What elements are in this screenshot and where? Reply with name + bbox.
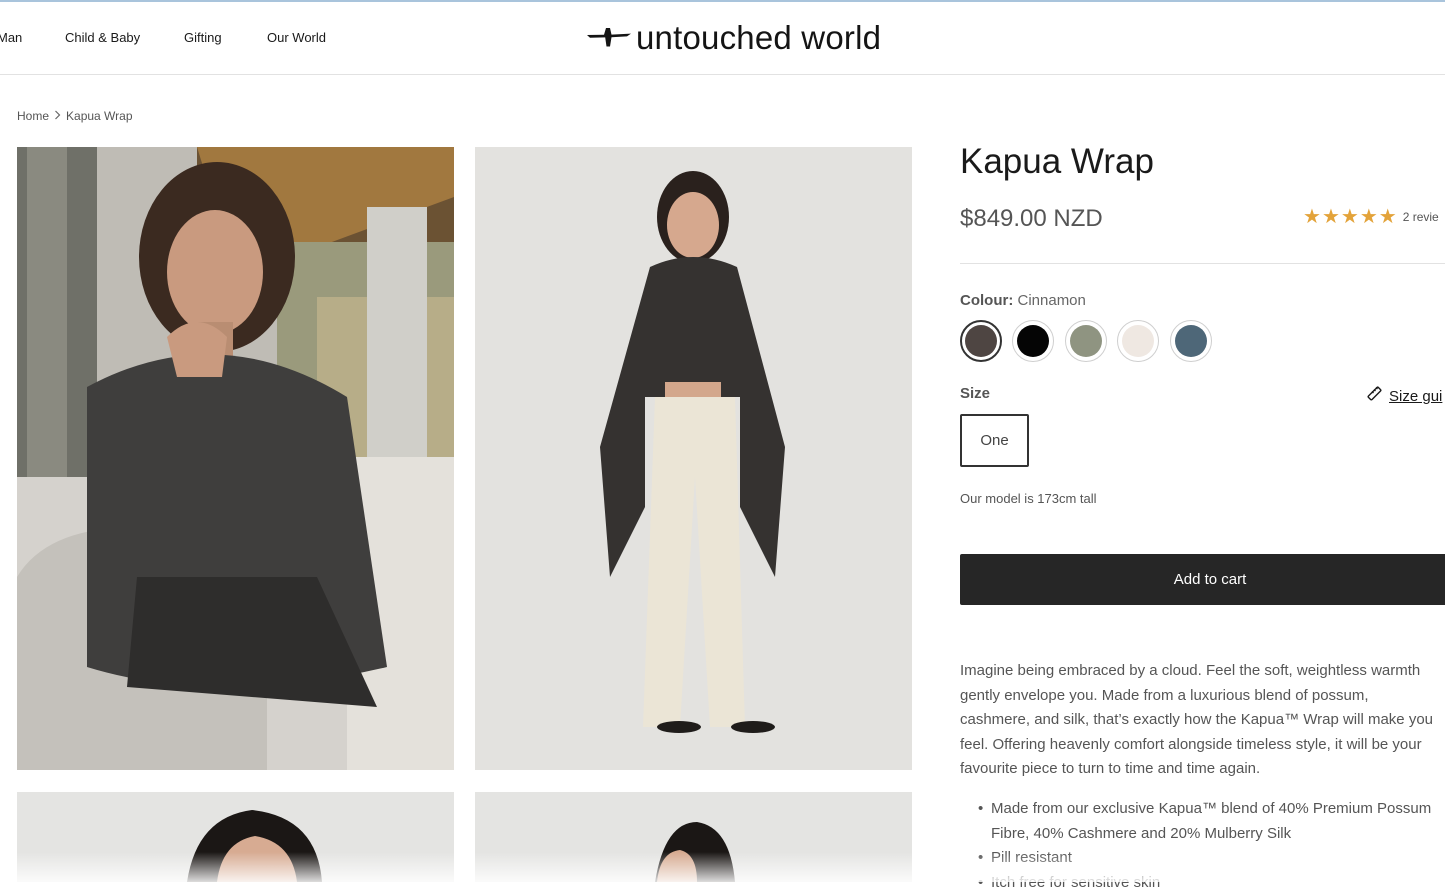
feature-text: Pill resistant xyxy=(991,849,1072,866)
swatch-fill xyxy=(965,325,997,357)
divider xyxy=(960,263,1445,264)
star-icon: ★ xyxy=(1360,207,1378,227)
feature-text: Itch free for sensitive skin xyxy=(991,874,1160,891)
reviews-count[interactable]: 2 revie xyxy=(1403,210,1439,224)
star-icon: ★ xyxy=(1341,207,1359,227)
feature-text: Fibre, 40% Cashmere and 20% Mulberry Sil… xyxy=(991,825,1291,842)
product-price: $849.00 NZD xyxy=(960,205,1103,233)
size-guide-label: Size gui xyxy=(1389,388,1442,405)
size-label: Size xyxy=(960,385,990,402)
breadcrumb: Home Kapua Wrap xyxy=(17,109,133,123)
feature-list: Made from our exclusive Kapua™ blend of … xyxy=(960,797,1445,895)
product-rating[interactable]: ★ ★ ★ ★ ★ 2 revie xyxy=(1303,207,1439,227)
product-photo-3[interactable] xyxy=(17,792,454,882)
colour-selection: Colour: Cinnamon xyxy=(960,292,1086,309)
description-line: cashmere, and silk, that’s exactly how t… xyxy=(960,708,1445,733)
star-icon: ★ xyxy=(1322,207,1340,227)
logo-text: untouched world xyxy=(636,16,881,60)
description-line: Imagine being embraced by a cloud. Feel … xyxy=(960,659,1445,684)
add-to-cart-button[interactable]: Add to cart xyxy=(960,554,1445,605)
nav-item-man[interactable]: Man xyxy=(0,30,22,45)
colour-swatch-black[interactable] xyxy=(1012,320,1054,362)
product-title: Kapua Wrap xyxy=(960,142,1154,182)
colour-swatch-slate-blue[interactable] xyxy=(1170,320,1212,362)
site-logo[interactable]: untouched world xyxy=(587,16,881,60)
colour-swatch-sage[interactable] xyxy=(1065,320,1107,362)
star-icon: ★ xyxy=(1303,207,1321,227)
feature-text: Made from our exclusive Kapua™ blend of … xyxy=(991,800,1431,817)
feature-item: Itch free for sensitive skin xyxy=(960,871,1445,895)
colour-label: Colour: xyxy=(960,292,1013,309)
nav-item-gifting[interactable]: Gifting xyxy=(184,30,222,45)
colour-swatch-cinnamon[interactable] xyxy=(960,320,1002,362)
site-header: Man Child & Baby Gifting Our World untou… xyxy=(0,2,1445,75)
feature-item: Pill resistant xyxy=(960,846,1445,871)
swatch-fill xyxy=(1122,325,1154,357)
nav-item-our-world[interactable]: Our World xyxy=(267,30,326,45)
star-icon: ★ xyxy=(1379,207,1397,227)
nav-item-child-baby[interactable]: Child & Baby xyxy=(65,30,140,45)
size-option-one[interactable]: One xyxy=(960,414,1029,467)
product-photo-2[interactable] xyxy=(475,147,912,770)
feature-item: Made from our exclusive Kapua™ blend of … xyxy=(960,797,1445,846)
bird-icon xyxy=(587,26,631,50)
add-to-cart-label: Add to cart xyxy=(1174,571,1247,588)
colour-swatch-cream[interactable] xyxy=(1117,320,1159,362)
description-line: feel. Offering heavenly comfort alongsid… xyxy=(960,733,1445,758)
size-guide-link[interactable]: Size gui xyxy=(1366,385,1442,407)
description-line: favourite piece to turn to time and time… xyxy=(960,757,1445,782)
product-description: Imagine being embraced by a cloud. Feel … xyxy=(960,659,1445,782)
product-photo-4[interactable] xyxy=(475,792,912,882)
model-height-note: Our model is 173cm tall xyxy=(960,491,1097,506)
swatch-fill xyxy=(1175,325,1207,357)
ruler-icon xyxy=(1366,385,1383,407)
swatch-fill xyxy=(1070,325,1102,357)
breadcrumb-home[interactable]: Home xyxy=(17,109,49,123)
product-photo-1[interactable] xyxy=(17,147,454,770)
breadcrumb-current: Kapua Wrap xyxy=(66,109,133,123)
colour-value: Cinnamon xyxy=(1018,292,1086,309)
description-line: gently envelope you. Made from a luxurio… xyxy=(960,684,1445,709)
swatch-fill xyxy=(1017,325,1049,357)
chevron-right-icon xyxy=(54,109,61,123)
